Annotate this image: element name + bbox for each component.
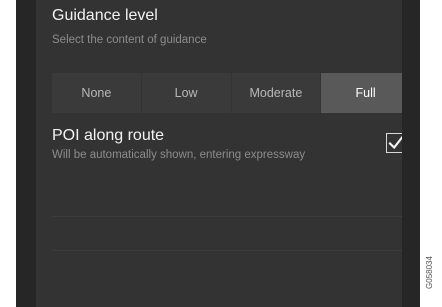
- guidance-level-subtitle: Select the content of guidance: [52, 34, 207, 46]
- screen-left-edge: [16, 0, 36, 307]
- poi-along-route-subtitle: Will be automatically shown, entering ex…: [52, 149, 306, 161]
- settings-panel: Guidance level Select the content of gui…: [36, 0, 410, 307]
- guidance-option-none[interactable]: None: [52, 73, 142, 113]
- guidance-option-low[interactable]: Low: [142, 73, 232, 113]
- guidance-level-title: Guidance level: [52, 7, 158, 24]
- settings-screen: Guidance level Select the content of gui…: [16, 0, 420, 307]
- divider: [52, 250, 402, 251]
- guidance-option-full[interactable]: Full: [321, 73, 410, 113]
- guidance-option-moderate[interactable]: Moderate: [232, 73, 322, 113]
- divider: [52, 216, 402, 217]
- figure-id-text: G058034: [424, 255, 434, 289]
- poi-along-route-title: POI along route: [52, 127, 165, 144]
- screen-right-edge: [402, 0, 420, 307]
- figure-id-label: G058034: [422, 252, 436, 292]
- guidance-level-selector: None Low Moderate Full: [52, 73, 410, 113]
